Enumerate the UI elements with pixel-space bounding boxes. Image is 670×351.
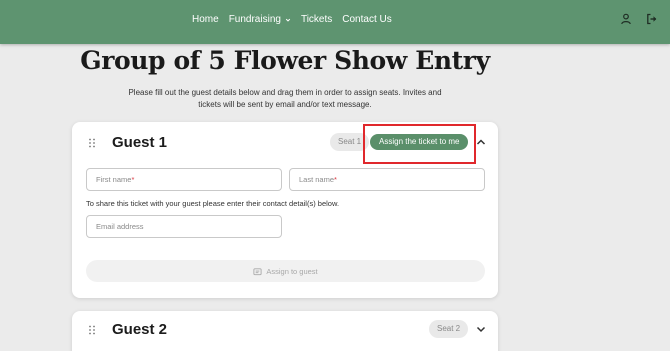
seat-badge: Seat 2: [429, 320, 469, 338]
assign-ticket-to-me-button[interactable]: Assign the ticket to me: [370, 134, 469, 150]
share-note: To share this ticket with your guest ple…: [86, 199, 340, 208]
guest-card: Guest 2 Seat 2: [72, 311, 498, 351]
last-name-field[interactable]: Last name*: [289, 168, 485, 191]
required-mark: *: [131, 175, 135, 184]
page-title: Group of 5 Flower Show Entry: [80, 46, 490, 75]
nav-contact-us[interactable]: Contact Us: [342, 14, 391, 25]
guest-card: Guest 1 Seat 1 Assign the ticket to me F…: [72, 122, 498, 298]
first-name-placeholder: First name: [96, 175, 132, 184]
first-name-field[interactable]: First name*: [86, 168, 282, 191]
logout-icon[interactable]: [646, 12, 658, 25]
email-field[interactable]: Email address: [86, 215, 282, 238]
seat-badge: Seat 1: [330, 133, 370, 151]
chevron-down-icon[interactable]: [476, 325, 486, 333]
nav-fundraising-label: Fundraising: [228, 14, 281, 25]
email-placeholder: Email address: [96, 222, 144, 231]
drag-handle-icon[interactable]: [88, 138, 96, 148]
assign-to-guest-label: Assign to guest: [266, 266, 318, 276]
required-mark: *: [334, 175, 337, 184]
chevron-up-icon[interactable]: [476, 138, 486, 146]
user-icon[interactable]: [620, 12, 632, 25]
guest-title: Guest 1: [112, 134, 168, 151]
top-navigation-bar: Home Fundraising Tickets Contact Us: [0, 0, 670, 44]
ticket-icon: [253, 267, 262, 275]
guest-title: Guest 2: [112, 321, 168, 338]
assign-to-guest-button[interactable]: Assign to guest: [86, 260, 485, 282]
main-nav: Home Fundraising Tickets Contact Us: [192, 14, 392, 25]
last-name-placeholder: Last name: [299, 175, 335, 184]
nav-fundraising[interactable]: Fundraising: [229, 14, 291, 25]
account-actions: [620, 12, 658, 25]
chevron-down-icon: [285, 18, 291, 22]
nav-tickets[interactable]: Tickets: [301, 14, 332, 25]
page-intro: Please fill out the guest details below …: [128, 88, 442, 109]
drag-handle-icon[interactable]: [88, 325, 96, 335]
nav-home[interactable]: Home: [192, 14, 219, 25]
